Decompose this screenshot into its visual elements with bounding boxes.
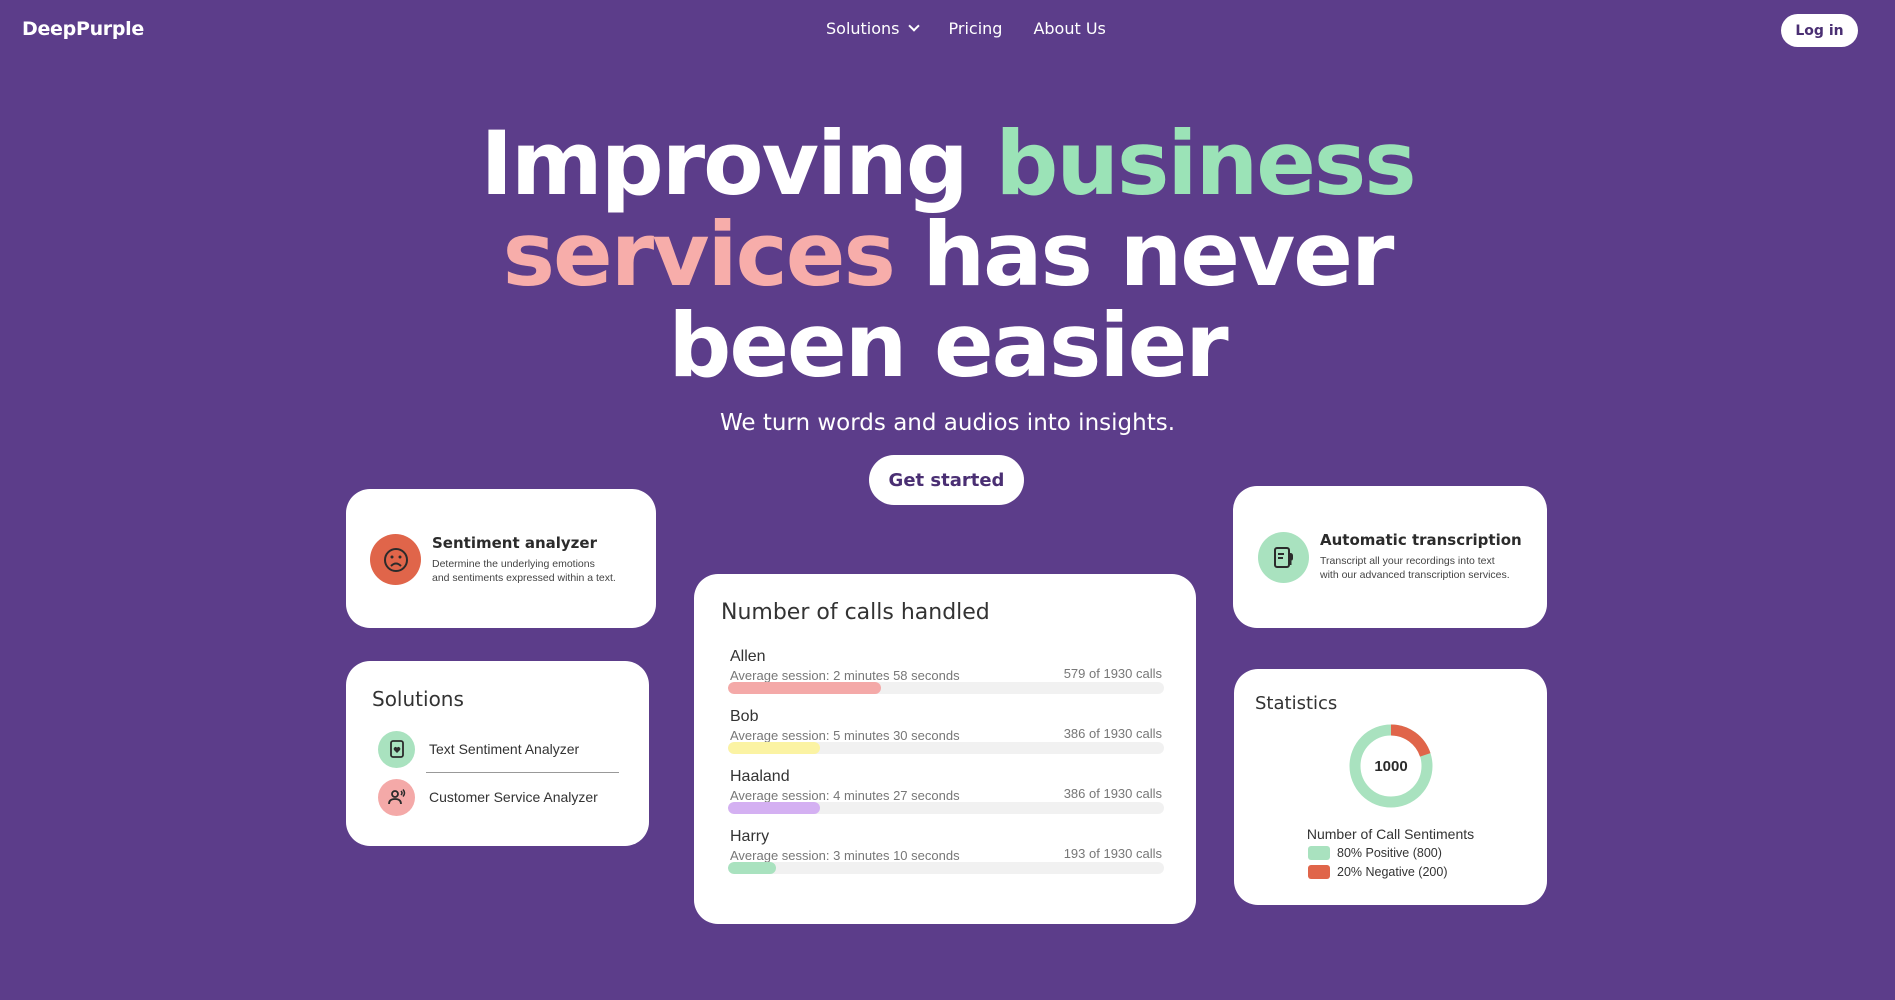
- call-average-session: Average session: 2 minutes 58 seconds: [730, 668, 960, 683]
- call-progress-track: [728, 682, 1164, 694]
- call-agent-name: Bob: [730, 708, 759, 725]
- call-progress-track: [728, 802, 1164, 814]
- solutions-divider: [426, 772, 619, 773]
- call-row: Harry Average session: 3 minutes 10 secon…: [728, 828, 1164, 883]
- call-count: 193 of 1930 calls: [1063, 846, 1162, 861]
- call-progress-fill: [728, 802, 820, 814]
- calls-title: Number of calls handled: [721, 600, 990, 625]
- donut-center-value: 1000: [1374, 758, 1407, 775]
- sentiment-title: Sentiment analyzer: [432, 534, 597, 552]
- transcription-desc-line1: Transcript all your recordings into text: [1320, 555, 1495, 567]
- sentiment-desc-line1: Determine the underlying emotions: [432, 558, 595, 570]
- call-progress-fill: [728, 742, 820, 754]
- nav-pricing[interactable]: Pricing: [949, 19, 1003, 38]
- call-progress-fill: [728, 682, 881, 694]
- statistics-caption: Number of Call Sentiments: [1306, 826, 1475, 842]
- legend-positive: 80% Positive (800): [1308, 846, 1442, 860]
- main-nav: Solutions Pricing About Us: [826, 19, 1106, 38]
- call-progress-track: [728, 742, 1164, 754]
- hero-word-has-never: has never: [922, 203, 1395, 306]
- statistics-card: Statistics 1000 Number of Call Sentiment…: [1234, 669, 1547, 905]
- sentiment-desc-line2: and sentiments expressed within a text.: [432, 572, 616, 584]
- hero-word-business: business: [995, 112, 1416, 215]
- solution-label-customer-service: Customer Service Analyzer: [429, 789, 598, 805]
- call-row: Allen Average session: 2 minutes 58 secon…: [728, 648, 1164, 703]
- solutions-title: Solutions: [372, 687, 464, 711]
- login-button[interactable]: Log in: [1781, 14, 1858, 47]
- solutions-card: Solutions Text Sentiment Analyzer Custom…: [346, 661, 649, 846]
- sad-face-icon: [370, 534, 421, 585]
- call-average-session: Average session: 3 minutes 10 seconds: [730, 848, 960, 863]
- call-agent-name: Allen: [730, 648, 766, 665]
- sentiment-analyzer-card[interactable]: Sentiment analyzer Determine the underly…: [346, 489, 656, 628]
- call-average-session: Average session: 4 minutes 27 seconds: [730, 788, 960, 803]
- call-row: Haaland Average session: 4 minutes 27 sec…: [728, 768, 1164, 823]
- hero-headline: Improving business services has never be…: [0, 118, 1895, 391]
- donut-slice-negative: [1390, 724, 1431, 757]
- hero-subtitle: We turn words and audios into insights.: [719, 410, 1176, 436]
- call-average-session: Average session: 5 minutes 30 seconds: [730, 728, 960, 743]
- solution-item-text-sentiment[interactable]: Text Sentiment Analyzer: [378, 729, 618, 769]
- call-count: 386 of 1930 calls: [1063, 726, 1162, 741]
- chevron-down-icon: [907, 20, 920, 32]
- call-progress-fill: [728, 862, 776, 874]
- call-progress-track: [728, 862, 1164, 874]
- call-count: 579 of 1930 calls: [1063, 666, 1162, 681]
- legend-negative: 20% Negative (200): [1308, 865, 1447, 879]
- statistics-title: Statistics: [1255, 693, 1338, 714]
- legend-negative-swatch: [1308, 865, 1330, 879]
- transcription-title: Automatic transcription: [1320, 531, 1522, 549]
- sentiment-donut-chart: 1000: [1349, 724, 1433, 808]
- hero-word-improving: Improving: [480, 112, 968, 215]
- nav-about[interactable]: About Us: [1033, 19, 1105, 38]
- call-agent-name: Haaland: [730, 768, 790, 785]
- brand-logo[interactable]: DeepPurple: [22, 18, 144, 40]
- call-agent-name: Harry: [730, 828, 770, 845]
- nav-solutions[interactable]: Solutions: [826, 19, 920, 38]
- solution-item-customer-service[interactable]: Customer Service Analyzer: [378, 777, 618, 817]
- call-count: 386 of 1930 calls: [1063, 786, 1162, 801]
- legend-negative-label: 20% Negative (200): [1337, 865, 1448, 879]
- get-started-button[interactable]: Get started: [869, 455, 1024, 505]
- nav-solutions-label: Solutions: [826, 19, 900, 38]
- transcription-desc-line2: with our advanced transcription services…: [1320, 569, 1510, 581]
- hero-word-been-easier: been easier: [668, 294, 1228, 397]
- calls-handled-card: Number of calls handled Allen Average ses…: [694, 574, 1196, 924]
- solution-label-text-sentiment: Text Sentiment Analyzer: [429, 741, 580, 757]
- hero-word-services: services: [502, 203, 896, 306]
- transcription-card[interactable]: Automatic transcription Transcript all y…: [1233, 486, 1547, 628]
- legend-positive-label: 80% Positive (800): [1337, 846, 1442, 860]
- document-heart-icon: [378, 730, 415, 768]
- legend-positive-swatch: [1308, 846, 1330, 860]
- person-speaking-icon: [378, 778, 415, 816]
- call-row: Bob Average session: 5 minutes 30 seconds…: [728, 708, 1164, 763]
- transcript-document-icon: [1258, 532, 1309, 583]
